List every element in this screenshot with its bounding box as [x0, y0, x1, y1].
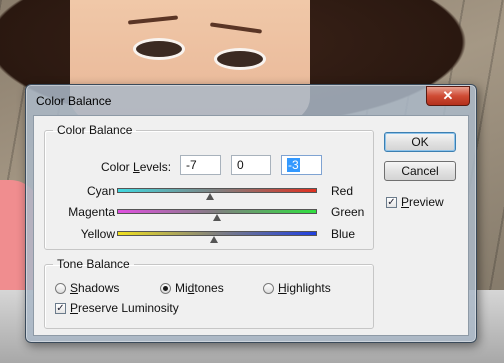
midtones-radio-dot	[160, 282, 171, 294]
color-balance-legend: Color Balance	[57, 123, 133, 137]
cyan-red-level-input[interactable]: -7	[180, 155, 221, 175]
cancel-button[interactable]: Cancel	[384, 161, 456, 181]
color-levels-label: Color Levels:	[101, 160, 172, 174]
shadows-radio[interactable]: Shadows	[55, 281, 119, 295]
preserve-luminosity-checkbox[interactable]: ✓ Preserve Luminosity	[55, 301, 179, 315]
tone-balance-group: Tone Balance Shadows Midtones Highlights…	[44, 257, 374, 329]
dialog-title: Color Balance	[36, 94, 112, 108]
cyan-red-slider[interactable]	[117, 188, 317, 193]
magenta-green-slider-thumb[interactable]	[213, 214, 221, 221]
preview-checkbox[interactable]: ✓ Preview	[386, 195, 444, 209]
close-icon: ✕	[442, 88, 454, 103]
cyan-red-slider-thumb[interactable]	[206, 193, 214, 200]
midtones-label: Midtones	[175, 281, 224, 295]
yellow-blue-slider-thumb[interactable]	[210, 236, 218, 243]
yellow-blue-level-input[interactable]: -3	[281, 155, 322, 175]
cyan-label: Cyan	[86, 184, 115, 198]
right-eye	[214, 48, 266, 70]
color-balance-dialog: Color Balance ✕ Color Balance Color Leve…	[25, 84, 477, 343]
red-label: Red	[331, 184, 354, 198]
color-balance-group: Color Balance Color Levels: -7 0 -3 Cyan…	[44, 123, 374, 250]
blue-label: Blue	[331, 227, 356, 241]
preview-label: Preview	[401, 195, 444, 209]
yellow-blue-slider-row: Yellow Blue	[45, 227, 373, 245]
title-bar[interactable]: Color Balance ✕	[26, 85, 476, 115]
selected-text: -3	[287, 158, 300, 172]
highlights-radio[interactable]: Highlights	[263, 281, 331, 295]
check-icon: ✓	[386, 196, 397, 208]
ok-button[interactable]: OK	[384, 132, 456, 152]
close-button[interactable]: ✕	[426, 86, 470, 106]
yellow-label: Yellow	[80, 227, 115, 241]
check-icon: ✓	[55, 302, 66, 314]
cyan-red-slider-row: Cyan Red	[45, 184, 373, 202]
magenta-label: Magenta	[68, 205, 115, 219]
green-label: Green	[331, 205, 365, 219]
highlights-radio-dot	[263, 282, 274, 294]
tone-balance-legend: Tone Balance	[57, 257, 130, 271]
midtones-radio[interactable]: Midtones	[160, 281, 224, 295]
highlights-label: Highlights	[278, 281, 331, 295]
magenta-green-level-input[interactable]: 0	[231, 155, 271, 175]
left-eye	[133, 38, 185, 60]
preserve-luminosity-label: Preserve Luminosity	[70, 301, 179, 315]
dialog-body: Color Balance Color Levels: -7 0 -3 Cyan…	[33, 115, 469, 336]
shadows-radio-dot	[55, 282, 66, 294]
magenta-green-slider-row: Magenta Green	[45, 205, 373, 223]
shadows-label: Shadows	[70, 281, 120, 295]
